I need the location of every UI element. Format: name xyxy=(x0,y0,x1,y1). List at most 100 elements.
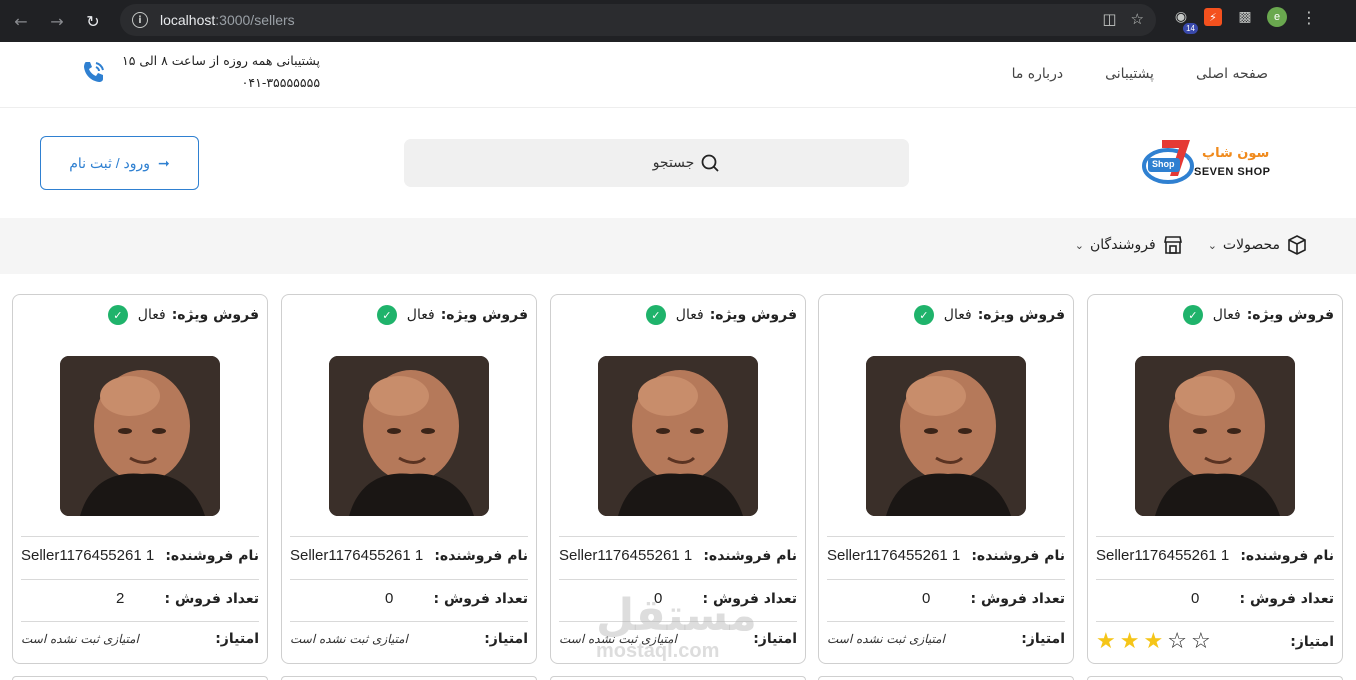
check-circle-icon: ✓ xyxy=(376,305,397,325)
divider xyxy=(290,579,528,580)
nav-about[interactable]: درباره ما xyxy=(1012,66,1063,82)
divider xyxy=(21,536,259,537)
search-input[interactable]: جستجو xyxy=(404,139,909,187)
site-info-icon[interactable]: i xyxy=(132,12,148,28)
next-card-edge xyxy=(818,676,1074,680)
top-bar: صفحه اصلی پشتیبانی درباره ما پشتیبانی هم… xyxy=(0,42,1356,108)
seller-avatar xyxy=(60,356,220,516)
seller-avatar xyxy=(329,356,489,516)
check-circle-icon: ✓ xyxy=(913,305,934,325)
seller-name-label: نام فروشنده: xyxy=(434,547,528,564)
seller-card[interactable]: فروش ویژه: فعال ✓ نام فروشنده: Seller117… xyxy=(281,294,537,664)
install-app-icon[interactable]: ◫ xyxy=(1102,10,1116,28)
seller-photo-icon xyxy=(866,356,1026,516)
login-register-button[interactable]: ➞ ورود / ثبت نام xyxy=(40,136,199,190)
back-icon[interactable]: ← xyxy=(6,6,36,36)
rating-label: امتیاز: xyxy=(753,631,797,647)
rating-stars: ★ ★ ★ ☆ ☆ xyxy=(1096,631,1211,653)
phone-icon xyxy=(84,62,104,82)
special-sale-label: فروش ویژه: xyxy=(171,307,259,323)
divider xyxy=(559,579,797,580)
sales-count-value: 0 xyxy=(654,590,663,607)
rating-value: امتیازی ثبت نشده است xyxy=(559,631,677,647)
next-card-edge xyxy=(550,676,806,680)
special-sale-value: فعال xyxy=(675,307,704,323)
url-text: localhost:3000/sellers xyxy=(160,12,295,28)
divider xyxy=(290,621,528,622)
sales-count-value: 0 xyxy=(922,590,931,607)
seller-card[interactable]: فروش ویژه: فعال ✓ نام فروشنده: Seller117… xyxy=(818,294,1074,664)
sales-count-label: تعداد فروش : xyxy=(164,590,259,607)
special-sale-value: فعال xyxy=(137,307,166,323)
divider xyxy=(827,536,1065,537)
site-logo[interactable]: Shop سون شاپ SEVEN SHOP xyxy=(1142,136,1282,188)
address-bar[interactable]: i localhost:3000/sellers ◫ ☆ xyxy=(120,4,1156,36)
support-phone: ۰۴۱-۳۵۵۵۵۵۵۵ xyxy=(241,75,321,90)
sales-count-label: تعداد فروش : xyxy=(970,590,1065,607)
support-info: پشتیبانی همه روزه از ساعت ۸ الی ۱۵ ۰۴۱-۳… xyxy=(80,50,320,94)
seller-name-value: Seller1176455261 1 xyxy=(1096,547,1230,564)
sales-count-value: 2 xyxy=(116,590,125,607)
sales-count-value: 0 xyxy=(1191,590,1200,607)
extensions-puzzle-icon[interactable]: ▩ xyxy=(1234,6,1256,28)
nav-home[interactable]: صفحه اصلی xyxy=(1196,66,1268,82)
seller-avatar xyxy=(866,356,1026,516)
forward-icon[interactable]: → xyxy=(42,6,72,36)
check-circle-icon: ✓ xyxy=(1182,305,1203,325)
seller-name-value: Seller1176455261 1 xyxy=(559,547,693,564)
special-sale-label: فروش ویژه: xyxy=(1246,307,1334,323)
logo-text-fa: سون شاپ xyxy=(1202,146,1270,161)
star-empty-icon: ☆ xyxy=(1190,629,1211,654)
next-card-edge xyxy=(12,676,268,680)
reload-icon[interactable]: ↻ xyxy=(78,6,108,36)
seller-photo-icon xyxy=(1135,356,1295,516)
divider xyxy=(827,621,1065,622)
extension-lightning-icon[interactable]: ⚡ xyxy=(1202,6,1224,28)
special-sale-value: فعال xyxy=(1212,307,1241,323)
category-sellers[interactable]: فروشندگان ⌄ xyxy=(1075,234,1184,256)
star-filled-icon: ★ xyxy=(1119,629,1140,654)
seller-name-label: نام فروشنده: xyxy=(703,547,797,564)
chevron-down-icon: ⌄ xyxy=(1207,238,1217,252)
browser-menu-icon[interactable]: ⋮ xyxy=(1298,6,1320,28)
profile-avatar[interactable]: e xyxy=(1266,6,1288,28)
next-card-edge xyxy=(281,676,537,680)
special-sale-label: فروش ویژه: xyxy=(440,307,528,323)
sales-count-label: تعداد فروش : xyxy=(433,590,528,607)
seller-card[interactable]: فروش ویژه: فعال ✓ نام فروشنده: Seller117… xyxy=(12,294,268,664)
special-sale-value: فعال xyxy=(943,307,972,323)
check-circle-icon: ✓ xyxy=(107,305,128,325)
login-arrow-icon: ➞ xyxy=(158,154,170,171)
seller-name-label: نام فروشنده: xyxy=(1240,547,1334,564)
rating-label: امتیاز: xyxy=(1021,631,1065,647)
rating-label: امتیاز: xyxy=(484,631,528,647)
box-icon xyxy=(1288,235,1306,255)
seller-card[interactable]: فروش ویژه: فعال ✓ نام فروشنده: Seller117… xyxy=(1087,294,1343,664)
seller-name-value: Seller1176455261 1 xyxy=(290,547,424,564)
star-empty-icon: ☆ xyxy=(1167,629,1187,654)
sales-count-value: 0 xyxy=(385,590,394,607)
seller-name-value: Seller1176455261 1 xyxy=(827,547,961,564)
category-products[interactable]: محصولات ⌄ xyxy=(1208,234,1308,256)
seller-photo-icon xyxy=(60,356,220,516)
sales-count-label: تعداد فروش : xyxy=(1239,590,1334,607)
star-filled-icon: ★ xyxy=(1143,629,1164,654)
no-rating-text: امتیازی ثبت نشده است xyxy=(21,632,139,646)
nav-support[interactable]: پشتیبانی xyxy=(1105,66,1154,82)
top-nav: صفحه اصلی پشتیبانی درباره ما xyxy=(1012,66,1268,82)
extension-icon[interactable]: ◉ 14 xyxy=(1170,6,1198,34)
special-sale-label: فروش ویژه: xyxy=(977,307,1065,323)
rating-value: ★ ★ ★ ☆ ☆ xyxy=(1096,631,1211,653)
seller-name-label: نام فروشنده: xyxy=(971,547,1065,564)
seller-card[interactable]: فروش ویژه: فعال ✓ نام فروشنده: Seller117… xyxy=(550,294,806,664)
divider xyxy=(21,621,259,622)
no-rating-text: امتیازی ثبت نشده است xyxy=(290,632,408,646)
logo-text-en: SEVEN SHOP xyxy=(1194,166,1271,178)
divider xyxy=(1096,536,1334,537)
seller-name-label: نام فروشنده: xyxy=(165,547,259,564)
no-rating-text: امتیازی ثبت نشده است xyxy=(827,632,945,646)
divider xyxy=(827,579,1065,580)
bookmark-star-icon[interactable]: ☆ xyxy=(1131,10,1144,28)
seller-avatar xyxy=(598,356,758,516)
rating-label: امتیاز: xyxy=(215,631,259,647)
